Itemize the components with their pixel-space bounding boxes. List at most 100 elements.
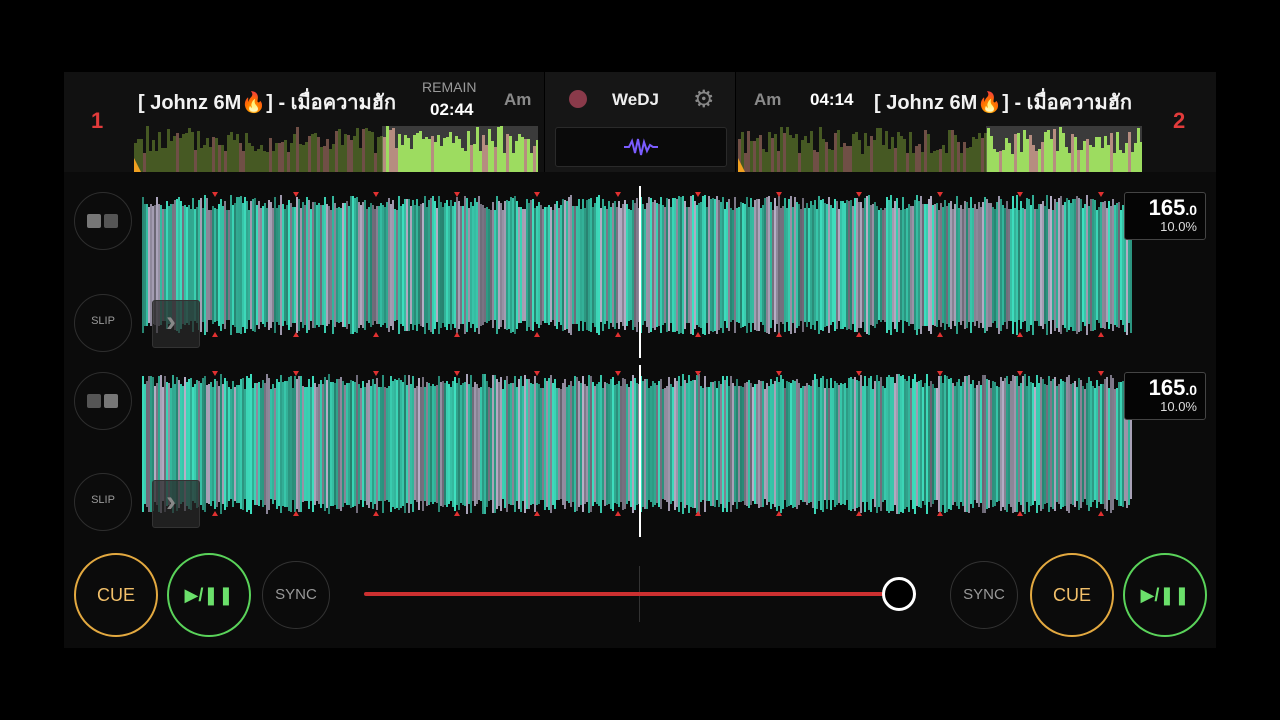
beat-marker bbox=[212, 371, 218, 376]
beat-marker bbox=[373, 332, 379, 337]
beat-marker bbox=[1097, 371, 1104, 376]
deck-1-cue-marker bbox=[134, 158, 141, 172]
beat-marker bbox=[1017, 332, 1023, 337]
beat-marker bbox=[212, 332, 218, 337]
beat-marker bbox=[1017, 511, 1023, 516]
beat-marker bbox=[534, 511, 540, 516]
slip-label: SLIP bbox=[91, 315, 115, 327]
deck-2-playhead bbox=[639, 365, 641, 537]
loop-icon bbox=[87, 394, 119, 408]
beat-marker bbox=[775, 371, 782, 376]
deck-1-playhead bbox=[639, 186, 641, 358]
beat-marker bbox=[453, 192, 460, 197]
beat-marker bbox=[373, 371, 379, 376]
beat-marker bbox=[534, 332, 540, 337]
deck-2-bpm-display[interactable]: 165.0 10.0% bbox=[1124, 372, 1206, 420]
deck-1-bpm-display[interactable]: 165.0 10.0% bbox=[1124, 192, 1206, 240]
deck-2-loop-button[interactable] bbox=[74, 372, 132, 430]
deck-1-overview-visible-region bbox=[382, 126, 538, 172]
beat-marker bbox=[695, 192, 701, 197]
deck-1-key: Am bbox=[504, 90, 532, 109]
beat-marker bbox=[373, 511, 379, 516]
crossfader-track[interactable] bbox=[364, 592, 916, 596]
slip-label: SLIP bbox=[91, 494, 115, 506]
beat-marker bbox=[614, 332, 621, 337]
beat-marker bbox=[534, 192, 540, 197]
header: 1 [ Johnz 6M🔥] - เมื่อความฮัก REMAIN 02:… bbox=[64, 72, 1216, 172]
deck-2-pitch: 10.0% bbox=[1160, 399, 1197, 414]
loop-icon bbox=[87, 214, 119, 228]
deck-1-loop-button[interactable] bbox=[74, 192, 132, 250]
record-icon[interactable] bbox=[569, 90, 587, 108]
deck-1-number: 1 bbox=[91, 108, 104, 133]
deck-1-title[interactable]: [ Johnz 6M🔥] - เมื่อความฮัก bbox=[138, 86, 408, 118]
beat-marker bbox=[775, 192, 782, 197]
deck-2-cue-marker bbox=[738, 158, 745, 172]
beat-marker bbox=[212, 192, 218, 197]
deck-1-bpm: 165 bbox=[1148, 195, 1186, 220]
deck-2-number: 2 bbox=[1173, 108, 1186, 133]
beat-marker bbox=[292, 332, 299, 337]
beat-marker bbox=[856, 332, 862, 337]
deck-2-expand-button[interactable]: › bbox=[152, 480, 200, 528]
beat-marker bbox=[1017, 371, 1023, 376]
deck-1-play-pause-button[interactable]: ▶/❚❚ bbox=[167, 553, 251, 637]
deck-1-pitch: 10.0% bbox=[1160, 219, 1197, 234]
waveform-view-button[interactable] bbox=[555, 127, 727, 167]
beat-marker bbox=[453, 511, 460, 516]
beat-marker bbox=[936, 371, 943, 376]
deck-2-key: Am bbox=[754, 90, 782, 109]
beat-marker bbox=[453, 332, 460, 337]
beat-marker bbox=[936, 192, 943, 197]
crossfader-knob[interactable] bbox=[882, 577, 917, 611]
beat-marker bbox=[695, 511, 701, 516]
beat-marker bbox=[775, 332, 782, 337]
deck-2-time[interactable]: 04:14 bbox=[810, 90, 853, 110]
beat-marker bbox=[856, 371, 862, 376]
deck-1-slip-button[interactable]: SLIP bbox=[74, 294, 132, 352]
beat-marker bbox=[292, 371, 299, 376]
deck-2-play-pause-button[interactable]: ▶/❚❚ bbox=[1123, 553, 1207, 637]
deck-1-remain-label: REMAIN bbox=[422, 79, 477, 95]
beat-marker bbox=[856, 192, 862, 197]
beat-marker bbox=[534, 371, 540, 376]
beat-marker bbox=[614, 192, 621, 197]
beat-marker bbox=[1097, 511, 1104, 516]
deck-2-bpm: 165 bbox=[1148, 375, 1186, 400]
deck-2-cue-button[interactable]: CUE bbox=[1030, 553, 1114, 637]
gear-icon[interactable]: ⚙ bbox=[693, 85, 715, 114]
beat-marker bbox=[453, 371, 460, 376]
beat-marker bbox=[856, 511, 862, 516]
deck-2-slip-button[interactable]: SLIP bbox=[74, 473, 132, 531]
beat-marker bbox=[1017, 192, 1023, 197]
chevron-right-icon: › bbox=[166, 305, 176, 338]
deck-1-sync-button[interactable]: SYNC bbox=[262, 561, 330, 629]
deck-2-sync-button[interactable]: SYNC bbox=[950, 561, 1018, 629]
beat-marker bbox=[936, 332, 943, 337]
beat-marker bbox=[1097, 332, 1104, 337]
deck-2-bpm-decimal: .0 bbox=[1185, 382, 1197, 398]
center-panel: WeDJ ⚙ bbox=[544, 72, 736, 172]
beat-marker bbox=[695, 371, 701, 376]
deck-1-time[interactable]: 02:44 bbox=[430, 100, 473, 120]
waveform-icon bbox=[624, 138, 658, 156]
beat-marker bbox=[212, 511, 218, 516]
beat-marker bbox=[614, 371, 621, 376]
beat-marker bbox=[936, 511, 943, 516]
deck-1-expand-button[interactable]: › bbox=[152, 300, 200, 348]
brand-logo: WeDJ bbox=[612, 90, 659, 109]
deck-2-overview-visible-region bbox=[986, 126, 1142, 172]
beat-marker bbox=[292, 192, 299, 197]
chevron-right-icon: › bbox=[166, 485, 176, 518]
deck-2-title[interactable]: [ Johnz 6M🔥] - เมื่อความฮัก bbox=[874, 86, 1142, 118]
beat-marker bbox=[614, 511, 621, 516]
deck-1-bpm-decimal: .0 bbox=[1185, 202, 1197, 218]
deck-2-overview-waveform[interactable] bbox=[738, 126, 1142, 172]
beat-marker bbox=[775, 511, 782, 516]
deck-1-cue-button[interactable]: CUE bbox=[74, 553, 158, 637]
beat-marker bbox=[373, 192, 379, 197]
beat-marker bbox=[1097, 192, 1104, 197]
beat-marker bbox=[292, 511, 299, 516]
deck-1-overview-waveform[interactable] bbox=[134, 126, 538, 172]
dj-app: 1 [ Johnz 6M🔥] - เมื่อความฮัก REMAIN 02:… bbox=[64, 72, 1216, 648]
